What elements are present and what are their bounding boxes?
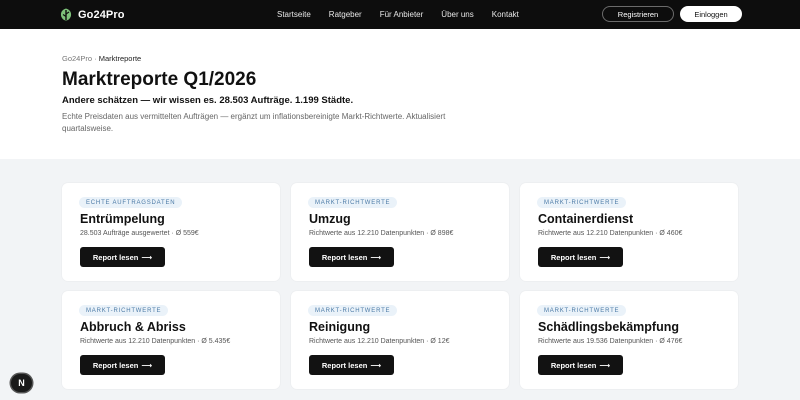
breadcrumb-root[interactable]: Go24Pro [62,54,92,63]
category-badge: MARKT-RICHTWERTE [537,197,627,208]
brand-logo[interactable]: Go24Pro [60,7,125,22]
report-card-schaedlingsbekaempfung: MARKT-RICHTWERTE Schädlingsbekämpfung Ri… [520,291,738,389]
button-label: Report lesen [550,360,597,370]
n-badge-button[interactable]: N [11,374,32,392]
nav-link-ratgeber[interactable]: Ratgeber [329,10,362,19]
card-meta: Richtwerte aus 12.210 Datenpunkten · Ø 5… [80,338,231,345]
read-report-button[interactable]: Report lesen ⟶ [80,355,165,375]
card-title: Umzug [309,212,351,226]
breadcrumb-current: Marktreporte [98,54,142,63]
arrow-right-icon: ⟶ [599,360,611,370]
category-badge: ECHTE AUFTRAGSDATEN [79,197,183,208]
button-label: Report lesen [321,252,368,262]
button-label: Report lesen [550,252,597,262]
report-card-containerdienst: MARKT-RICHTWERTE Containerdienst Richtwe… [520,183,738,281]
register-button[interactable]: Registrieren [602,6,674,22]
card-meta: Richtwerte aus 12.210 Datenpunkten · Ø 4… [538,230,683,237]
page-title: Marktreporte Q1/2026 [62,69,257,90]
report-card-umzug: MARKT-RICHTWERTE Umzug Richtwerte aus 12… [291,183,509,281]
nav-link-fuer-anbieter[interactable]: Für Anbieter [380,10,424,19]
nav-link-kontakt[interactable]: Kontakt [492,10,519,19]
card-title: Entrümpelung [80,212,165,226]
read-report-button[interactable]: Report lesen ⟶ [309,247,394,267]
hero-section: Go24Pro · Marktreporte Marktreporte Q1/2… [0,29,800,159]
page-description: Echte Preisdaten aus vermittelten Aufträ… [62,112,446,133]
arrow-right-icon: ⟶ [141,360,153,370]
nav-link-startseite[interactable]: Startseite [277,10,311,19]
card-title: Abbruch & Abriss [80,320,186,334]
arrow-right-icon: ⟶ [141,252,153,262]
arrow-right-icon: ⟶ [370,360,382,370]
category-badge: MARKT-RICHTWERTE [308,305,398,316]
report-card-abbruch-abriss: MARKT-RICHTWERTE Abbruch & Abriss Richtw… [62,291,280,389]
login-button[interactable]: Einloggen [680,6,742,22]
category-badge: MARKT-RICHTWERTE [308,197,398,208]
category-badge: MARKT-RICHTWERTE [79,305,169,316]
report-cards: ECHTE AUFTRAGSDATEN Entrümpelung 28.503 … [62,183,738,390]
card-meta: Richtwerte aus 12.210 Datenpunkten · Ø 8… [309,230,454,237]
arrow-right-icon: ⟶ [370,252,382,262]
category-badge: MARKT-RICHTWERTE [537,305,627,316]
card-meta: 28.503 Aufträge ausgewertet · Ø 559€ [80,230,199,237]
button-label: Report lesen [321,360,368,370]
read-report-button[interactable]: Report lesen ⟶ [309,355,394,375]
breadcrumb: Go24Pro · Marktreporte [62,54,141,63]
card-title: Reinigung [309,320,371,334]
nav-link-ueber-uns[interactable]: Über uns [441,10,473,19]
read-report-button[interactable]: Report lesen ⟶ [538,355,623,375]
card-meta: Richtwerte aus 12.210 Datenpunkten · Ø 1… [309,338,450,345]
button-label: Report lesen [92,360,139,370]
read-report-button[interactable]: Report lesen ⟶ [80,247,165,267]
breadcrumb-separator: · [94,54,97,63]
top-navigation: Go24Pro Startseite Ratgeber Für Anbieter… [0,0,800,29]
brand-name: Go24Pro [78,8,125,21]
arrow-right-icon: ⟶ [599,252,611,262]
read-report-button[interactable]: Report lesen ⟶ [538,247,623,267]
card-title: Schädlingsbekämpfung [538,320,679,334]
card-title: Containerdienst [538,212,634,226]
leaf-icon [60,8,72,21]
card-meta: Richtwerte aus 19.536 Datenpunkten · Ø 4… [538,338,683,345]
nav-links: Startseite Ratgeber Für Anbieter Über un… [277,0,537,29]
button-label: Report lesen [92,252,139,262]
report-card-reinigung: MARKT-RICHTWERTE Reinigung Richtwerte au… [291,291,509,389]
page-subtitle: Andere schätzen — wir wissen es. 28.503 … [62,95,354,106]
report-card-entruempelung: ECHTE AUFTRAGSDATEN Entrümpelung 28.503 … [62,183,280,281]
